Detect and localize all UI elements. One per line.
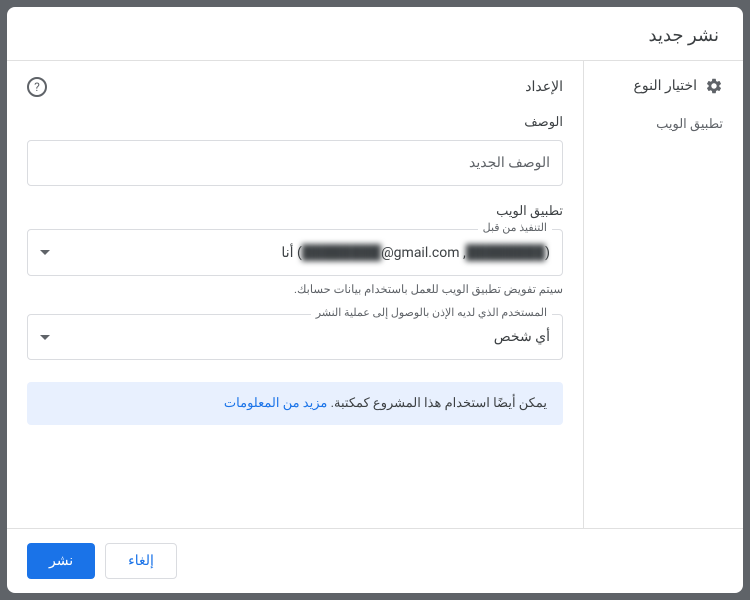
- chevron-down-icon: [40, 250, 50, 255]
- main-panel: الإعداد ? الوصف تطبيق الويب التنفيذ من ق…: [7, 61, 583, 528]
- info-text: يمكن أيضًا استخدام هذا المشروع كمكتبة.: [327, 396, 547, 411]
- chevron-down-icon: [40, 335, 50, 340]
- deploy-dialog: نشر جديد اختيار النوع تطبيق الويب الإعدا…: [7, 7, 743, 593]
- access-legend: المستخدم الذي لديه الإذن بالوصول إلى عمل…: [311, 306, 552, 319]
- sidebar-item-label: تطبيق الويب: [656, 117, 723, 132]
- access-field: المستخدم الذي لديه الإذن بالوصول إلى عمل…: [27, 314, 563, 360]
- info-box: يمكن أيضًا استخدام هذا المشروع كمكتبة. م…: [27, 382, 563, 425]
- sidebar-header-label: اختيار النوع: [634, 78, 697, 94]
- description-label: الوصف: [27, 115, 563, 130]
- gear-icon: [705, 77, 723, 95]
- execute-as-helper: سيتم تفويض تطبيق الويب للعمل باستخدام بي…: [27, 282, 563, 296]
- execute-as-select[interactable]: أنا (████████@gmail.com ,████████): [28, 230, 562, 275]
- access-select[interactable]: أي شخص: [28, 315, 562, 359]
- main-header: الإعداد ?: [27, 77, 563, 97]
- sidebar: اختيار النوع تطبيق الويب: [583, 61, 743, 528]
- description-section: الوصف: [27, 115, 563, 186]
- access-section: المستخدم الذي لديه الإذن بالوصول إلى عمل…: [27, 314, 563, 360]
- webapp-label: تطبيق الويب: [27, 204, 563, 219]
- access-value: أي شخص: [494, 329, 550, 345]
- sidebar-header[interactable]: اختيار النوع: [584, 77, 743, 109]
- help-icon[interactable]: ?: [27, 77, 47, 97]
- deploy-button[interactable]: نشر: [27, 543, 95, 579]
- description-input[interactable]: [27, 140, 563, 186]
- dialog-body: اختيار النوع تطبيق الويب الإعداد ? الوصف…: [7, 61, 743, 528]
- info-link[interactable]: مزيد من المعلومات: [224, 396, 327, 411]
- dialog-title: نشر جديد: [7, 7, 743, 61]
- dialog-footer: إلغاء نشر: [7, 528, 743, 593]
- execute-as-legend: التنفيذ من قبل: [478, 221, 552, 234]
- sidebar-item-webapp[interactable]: تطبيق الويب: [584, 109, 743, 140]
- cancel-button[interactable]: إلغاء: [105, 543, 177, 579]
- execute-as-field: التنفيذ من قبل أنا (████████@gmail.com ,…: [27, 229, 563, 276]
- execute-as-value: أنا (████████@gmail.com ,████████): [281, 244, 550, 261]
- main-title: الإعداد: [525, 79, 563, 95]
- webapp-section: تطبيق الويب التنفيذ من قبل أنا (████████…: [27, 204, 563, 296]
